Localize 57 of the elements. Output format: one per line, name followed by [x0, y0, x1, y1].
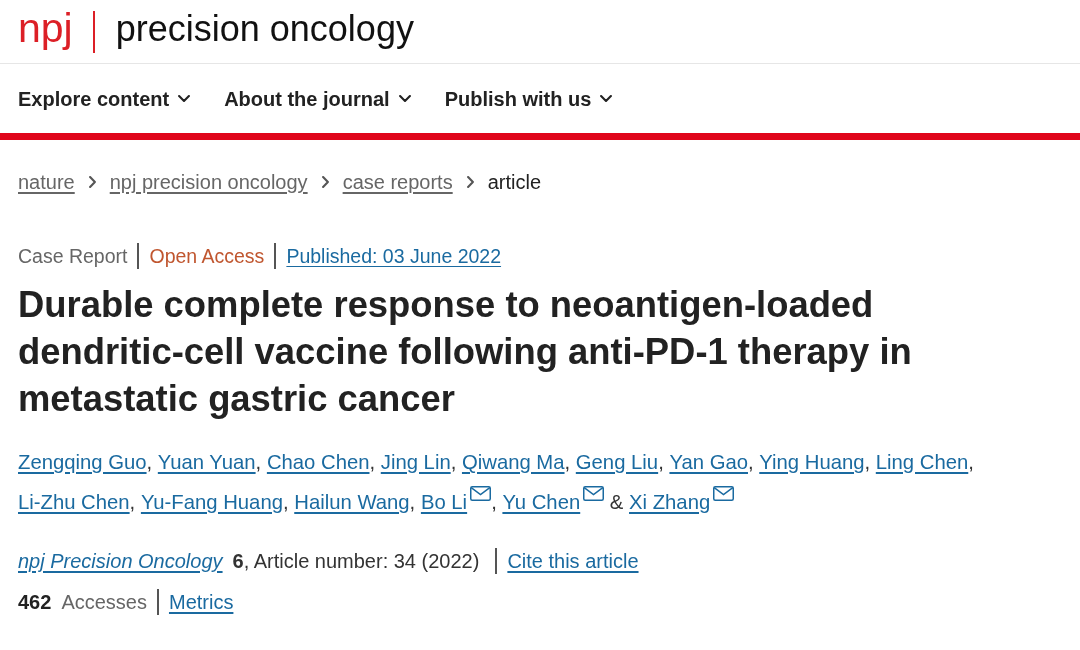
author-link[interactable]: Yu-Fang Huang [140, 491, 283, 513]
ampersand-text: & [609, 491, 624, 513]
chevron-down-icon [600, 95, 613, 102]
chevron-right-icon [321, 176, 329, 188]
author-link[interactable]: Chao Chen [266, 451, 370, 473]
author-link[interactable]: Zengqing Guo [18, 451, 147, 473]
author-link[interactable]: Qiwang Ma [461, 451, 565, 473]
chevron-down-icon [398, 95, 411, 102]
author-link[interactable]: Ying Huang [759, 451, 865, 473]
author-link[interactable]: Yan Gao [669, 451, 748, 473]
accesses-label-text: Accesses [61, 590, 147, 615]
breadcrumb-link[interactable]: case reports [342, 170, 453, 194]
author-link[interactable]: Yu Chen [502, 491, 581, 513]
author-link[interactable]: Hailun Wang [294, 491, 410, 513]
breadcrumb-current: article [487, 170, 542, 194]
envelope-icon[interactable] [713, 486, 735, 501]
comma-text: , [450, 451, 457, 473]
author-link[interactable]: Xi Zhang [629, 491, 711, 513]
comma-text: , [491, 491, 497, 513]
nav-menu-button[interactable]: About the journal [224, 83, 411, 114]
accesses-count-text: 462 [18, 590, 52, 615]
author-link[interactable]: Ling Chen [875, 451, 969, 473]
envelope-icon[interactable] [470, 486, 492, 501]
author-link[interactable]: Bo Li [420, 491, 468, 513]
nav-menu-button[interactable]: Publish with us [444, 83, 613, 114]
open-access-text: Open Access [149, 244, 265, 268]
journal-link[interactable]: npj Precision Oncology [18, 546, 223, 576]
logo-mark[interactable]: npj [18, 8, 73, 55]
author-link[interactable]: Geng Liu [575, 451, 659, 473]
comma-text: , [369, 451, 376, 473]
citation-details-text: 6, Article number: 34 (2022) [232, 549, 480, 574]
author-link[interactable]: Jing Lin [380, 451, 451, 473]
article-title: Durable complete response to neoantigen-loaded dendritic-cell vaccine following anti-PD-1 therapy in metastatic gastric cancer [17, 283, 913, 421]
comma-text: , [564, 451, 571, 473]
breadcrumb-link[interactable]: nature [18, 170, 75, 194]
published-date-link[interactable]: Published: 03 June 2022 [286, 244, 502, 268]
comma-text: , [282, 491, 289, 513]
envelope-icon[interactable] [583, 486, 605, 501]
comma-text: , [864, 451, 871, 473]
comma-text: , [968, 451, 974, 473]
cite-this-article-link[interactable]: Cite this article [507, 546, 639, 576]
comma-text: , [748, 451, 754, 473]
journal-name[interactable]: precision oncology [115, 10, 414, 53]
breadcrumb-link[interactable]: npj precision oncology [109, 170, 308, 194]
metrics-link[interactable]: Metrics [168, 587, 234, 617]
author-link[interactable]: Yuan Yuan [157, 451, 256, 473]
comma-text: , [409, 491, 416, 513]
article-type-text: Case Report [18, 244, 128, 268]
comma-text: , [658, 451, 664, 473]
comma-text: , [129, 491, 136, 513]
chevron-down-icon [178, 95, 191, 102]
author-link[interactable]: Li-Zhu Chen [18, 491, 130, 513]
nav-menu-button[interactable]: Explore content [18, 83, 191, 114]
chevron-right-icon [466, 176, 474, 188]
comma-text: , [255, 451, 262, 473]
chevron-right-icon [88, 176, 96, 188]
comma-text: , [146, 451, 153, 473]
